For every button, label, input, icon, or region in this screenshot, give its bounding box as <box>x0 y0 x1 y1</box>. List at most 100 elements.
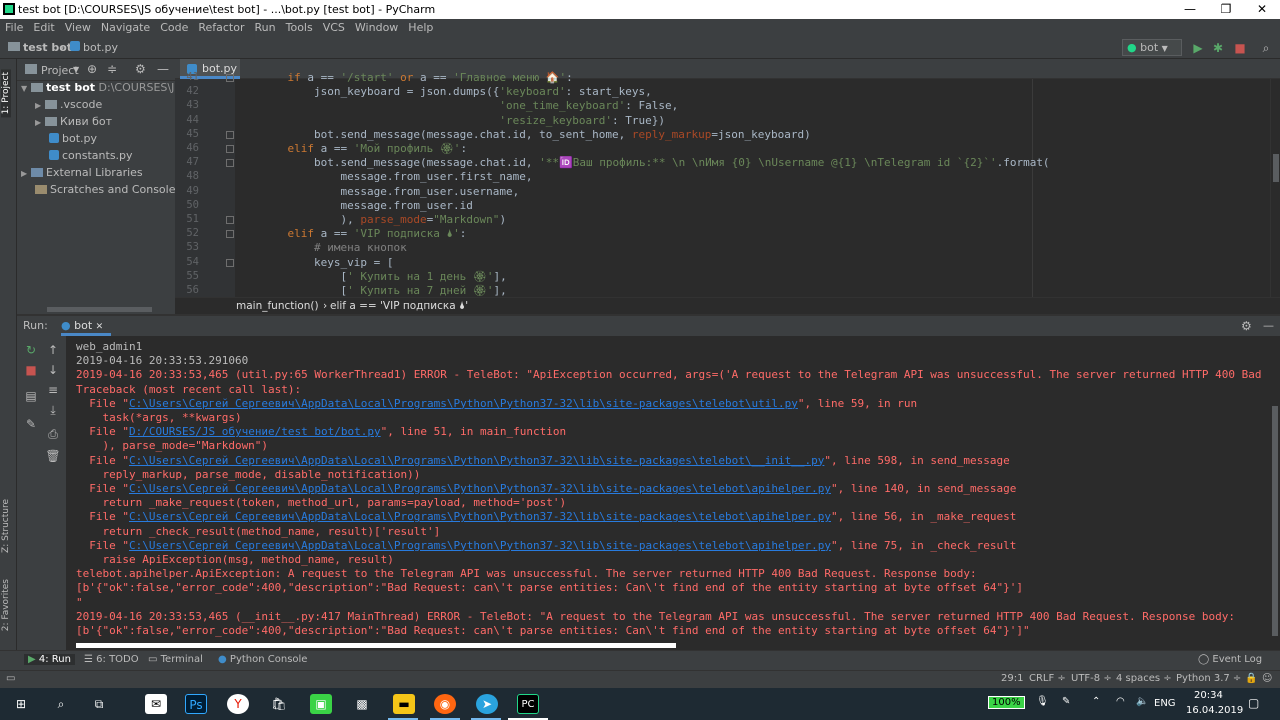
tab-event-log[interactable]: ◯ Event Log <box>1198 654 1262 665</box>
menu-run[interactable]: Run <box>250 19 281 37</box>
code-line[interactable]: elif a == 'VIP подписка 🌢': <box>261 227 467 241</box>
debug-icon[interactable]: ✱ <box>1210 40 1226 56</box>
tab-favorites[interactable]: 2: Favorites <box>1 579 11 631</box>
close-button[interactable]: ✕ <box>1244 0 1280 19</box>
gear-icon[interactable]: ⚙ <box>135 62 146 76</box>
editor-vscrollbar[interactable] <box>1270 79 1280 297</box>
collapse-all-icon[interactable]: ≑ <box>107 62 117 76</box>
store-icon[interactable]: 🛍 <box>268 694 290 714</box>
tree-item-constants-py[interactable]: constants.py <box>17 149 175 166</box>
fold-marker-icon[interactable] <box>226 130 234 139</box>
project-hscrollbar[interactable] <box>47 307 152 312</box>
minimize-button[interactable]: — <box>1172 0 1208 19</box>
print-icon[interactable]: ⎙ <box>45 426 61 442</box>
python-interpreter[interactable]: Python 3.7 ÷ <box>1176 673 1241 684</box>
indent-setting[interactable]: 4 spaces ÷ <box>1116 673 1172 684</box>
menu-file[interactable]: File <box>0 19 28 37</box>
tab-python-console[interactable]: ● Python Console <box>218 654 307 665</box>
maximize-button[interactable]: ❐ <box>1208 0 1244 19</box>
fold-marker-icon[interactable] <box>226 230 234 239</box>
code-line[interactable]: json_keyboard = json.dumps({'keyboard': … <box>261 85 652 98</box>
run-icon[interactable]: ▶ <box>1190 40 1206 56</box>
fold-marker-icon[interactable] <box>226 258 234 267</box>
scrollbar-thumb[interactable] <box>76 643 676 648</box>
hide-panel-icon[interactable]: — <box>157 62 169 76</box>
chevron-up-icon[interactable]: ⌃ <box>1092 696 1100 707</box>
run-config-select[interactable]: ● bot ▼ <box>1122 39 1182 56</box>
notifications-icon[interactable]: ☺ <box>1262 673 1272 684</box>
code-line[interactable]: message.from_user.username, <box>261 185 519 198</box>
clock-time[interactable]: 20:34 <box>1194 690 1223 701</box>
file-link[interactable]: C:\Users\Сергей Сергеевич\AppData\Local\… <box>129 482 831 495</box>
breadcrumb-function[interactable]: main_function() <box>236 300 319 312</box>
code-line[interactable]: ), parse_mode="Markdown") <box>261 213 506 226</box>
scroll-to-end-icon[interactable]: ⤓ <box>45 402 61 418</box>
nav-file[interactable]: bot.py <box>70 41 118 54</box>
pycharm-icon[interactable]: PC <box>517 694 539 714</box>
stop-icon[interactable]: ■ <box>1232 40 1248 56</box>
file-explorer-icon[interactable]: ▬ <box>393 694 415 714</box>
tab-structure[interactable]: Z: Structure <box>1 499 11 553</box>
file-link[interactable]: C:\Users\Сергей Сергеевич\AppData\Local\… <box>129 539 831 552</box>
fold-marker-icon[interactable] <box>226 74 234 82</box>
down-arrow-icon[interactable]: ↓ <box>45 362 61 378</box>
firefox-icon[interactable]: ◉ <box>434 694 456 714</box>
code-line[interactable]: message.from_user.id <box>261 199 472 212</box>
code-line[interactable]: [' Купить на 7 дней 🏵'], <box>261 284 506 297</box>
tab-terminal[interactable]: ▭ Terminal <box>148 654 203 665</box>
menu-tools[interactable]: Tools <box>281 19 318 37</box>
close-icon[interactable]: ✕ <box>96 322 104 332</box>
soft-wrap-icon[interactable]: ≡ <box>45 382 61 398</box>
fold-marker-icon[interactable] <box>226 159 234 168</box>
gear-icon[interactable]: ⚙ <box>1241 319 1252 333</box>
battery-indicator[interactable]: 100% <box>988 696 1025 709</box>
menu-code[interactable]: Code <box>155 19 193 37</box>
mail-icon[interactable]: ✉ <box>145 694 167 714</box>
stop-icon[interactable]: ■ <box>23 362 39 378</box>
app-icon[interactable]: ▩ <box>351 694 373 714</box>
pin-icon[interactable]: ✎ <box>23 416 39 432</box>
code-line[interactable]: elif a == 'Мой профиль 🏵': <box>261 142 468 155</box>
up-arrow-icon[interactable]: ↑ <box>45 342 61 358</box>
menu-help[interactable]: Help <box>403 19 438 37</box>
scroll-from-source-icon[interactable]: ⊕ <box>87 62 97 76</box>
line-separator[interactable]: CRLF ÷ <box>1029 673 1066 684</box>
yandex-browser-icon[interactable]: Y <box>227 694 249 714</box>
file-link[interactable]: C:\Users\Сергей Сергеевич\AppData\Local\… <box>129 510 831 523</box>
menu-window[interactable]: Window <box>350 19 403 37</box>
menu-edit[interactable]: Edit <box>28 19 59 37</box>
tree-external-libraries[interactable]: ▶ External Libraries <box>17 166 175 183</box>
run-console[interactable]: web_admin1 2019-04-16 20:33:53.291060 2019… <box>68 336 1270 641</box>
search-icon[interactable]: ⌕ <box>50 694 72 714</box>
console-hscrollbar[interactable] <box>68 641 1270 650</box>
tree-root[interactable]: ▼test bot D:\COURSES\JS об <box>17 81 175 98</box>
tab-todo[interactable]: ☰ 6: TODO <box>84 654 139 665</box>
fold-marker-icon[interactable] <box>226 145 234 153</box>
caret-position[interactable]: 29:1 <box>1001 673 1023 684</box>
menu-view[interactable]: View <box>60 19 96 37</box>
app-icon[interactable]: ▣ <box>310 694 332 714</box>
file-encoding[interactable]: UTF-8 ÷ <box>1071 673 1112 684</box>
code-line[interactable]: [' Купить на 1 день 🏵'], <box>261 270 506 283</box>
rerun-icon[interactable]: ↻ <box>23 342 39 358</box>
file-link[interactable]: C:\Users\Сергей Сергеевич\AppData\Local\… <box>129 397 798 410</box>
code-line[interactable]: 'resize_keyboard': True}) <box>261 114 665 127</box>
menu-navigate[interactable]: Navigate <box>96 19 155 37</box>
telegram-icon[interactable]: ➤ <box>476 694 498 714</box>
code-line[interactable]: # имена кнопок <box>261 241 407 254</box>
scrollbar-thumb[interactable] <box>1272 406 1278 636</box>
microphone-icon[interactable]: 🎙 <box>1036 696 1049 707</box>
lock-icon[interactable]: 🔒 <box>1245 673 1257 684</box>
layout-icon[interactable]: ▤ <box>23 388 39 404</box>
volume-icon[interactable]: 🔈 <box>1136 696 1148 707</box>
code-line[interactable]: bot.send_message(message.chat.id, to_sen… <box>261 128 811 141</box>
tree-item-vscode[interactable]: ▶ .vscode <box>17 98 175 115</box>
code-line[interactable]: if a == '/start' or a == 'Главное меню 🏠… <box>261 71 573 84</box>
toggle-tool-windows-icon[interactable]: ▭ <box>6 673 15 684</box>
fold-marker-icon[interactable] <box>226 216 234 224</box>
code-line[interactable]: 'one_time_keyboard': False, <box>261 99 678 112</box>
code-line[interactable]: keys_vip = [ <box>261 256 393 269</box>
code-line[interactable]: message.from_user.first_name, <box>261 170 532 183</box>
scrollbar-thumb[interactable] <box>1273 154 1279 182</box>
hide-panel-icon[interactable]: — <box>1263 319 1274 332</box>
